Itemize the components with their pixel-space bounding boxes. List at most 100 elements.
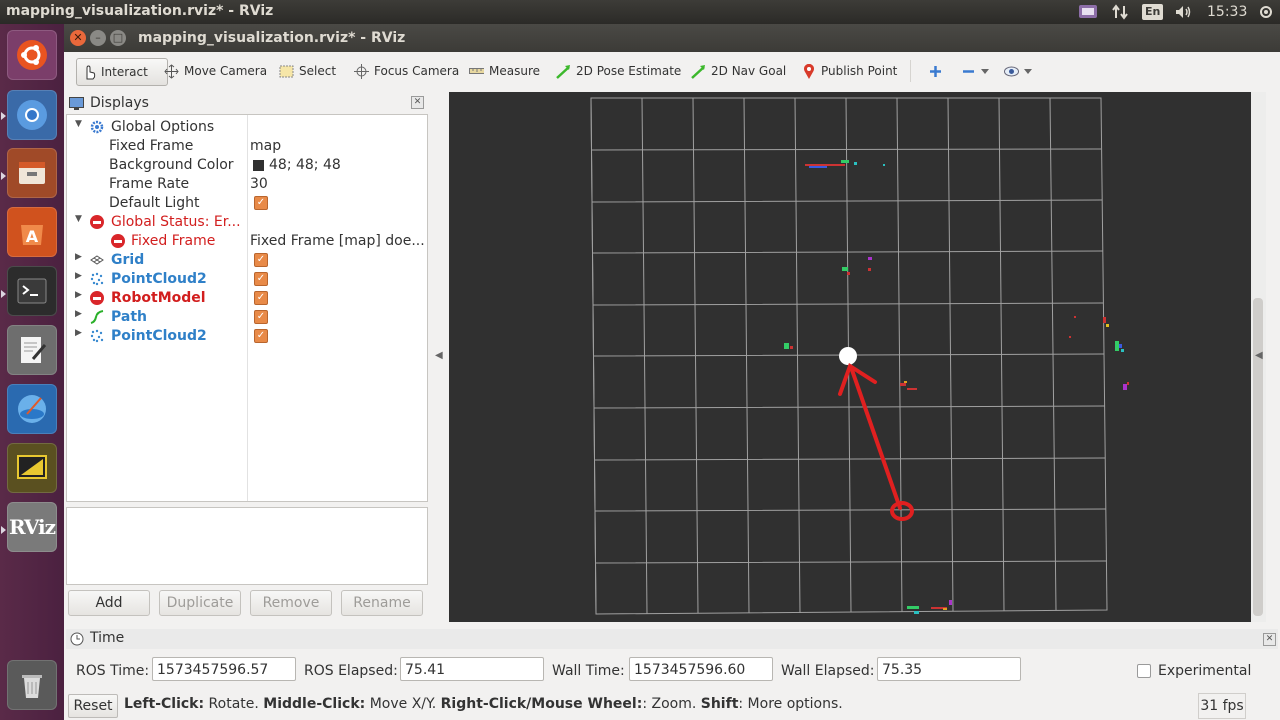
tree-row-background-color[interactable]: Background Color 48; 48; 48 [67,156,427,175]
2d-pose-estimate-tool-button[interactable]: 2D Pose Estimate [552,58,685,84]
ros-elapsed-field[interactable]: 75.41 [400,657,544,681]
terminal-icon[interactable] [7,266,57,316]
2d-nav-goal-tool-button[interactable]: 2D Nav Goal [687,58,790,84]
tree-row-fixed-frame[interactable]: Fixed Frame map [67,137,427,156]
tree-row-pointcloud2[interactable]: ▶ PointCloud2 ✓ [67,327,427,346]
interact-tool-button[interactable]: Interact [76,58,168,86]
frame-rate-value[interactable]: 30 [250,176,268,192]
tree-row-pointcloud2[interactable]: ▶ PointCloud2 ✓ [67,270,427,289]
screen-share-icon[interactable] [1078,3,1098,21]
add-display-button[interactable]: Add [68,590,150,616]
drawing-icon[interactable] [7,443,57,493]
collapse-right-handle-icon[interactable]: ◀ [1255,350,1263,361]
time-panel-header: Time ✕ [66,629,1278,649]
trash-icon[interactable] [7,660,57,710]
render-3d-view[interactable] [449,92,1251,622]
add-tool-button[interactable] [924,58,947,84]
rviz-label: RViz [8,515,56,539]
color-swatch[interactable] [253,160,264,171]
expand-arrow-icon[interactable]: ▼ [75,119,82,129]
pointcloud-icon [90,329,104,343]
expand-arrow-icon[interactable]: ▶ [75,309,82,319]
default-light-checkbox[interactable]: ✓ [254,196,268,210]
expand-arrow-icon[interactable]: ▶ [75,271,82,281]
software-center-icon[interactable]: A [7,207,57,257]
pointcloud2-enabled-checkbox[interactable]: ✓ [254,272,268,286]
crosshair-icon [354,63,369,79]
ubuntu-logo-icon[interactable] [7,30,57,80]
expand-arrow-icon[interactable]: ▶ [75,290,82,300]
text-editor-icon[interactable] [7,325,57,375]
clock[interactable]: 15:33 [1207,3,1247,21]
error-status-icon [90,291,104,305]
experimental-checkbox[interactable] [1137,664,1151,678]
tree-row-robotmodel[interactable]: ▶ RobotModel ✓ [67,289,427,308]
wall-time-field[interactable]: 1573457596.60 [629,657,773,681]
reset-button[interactable]: Reset [68,694,118,718]
tree-row-global-status[interactable]: ▼ Global Status: Er... [67,213,427,232]
power-gear-icon[interactable] [1258,3,1274,21]
rename-display-button[interactable]: Rename [341,590,423,616]
chromium-icon[interactable] [7,90,57,140]
remove-display-button[interactable]: Remove [250,590,332,616]
selection-box-icon [279,64,294,79]
hand-pointer-icon [81,64,96,80]
scrollbar-thumb[interactable] [1253,298,1263,616]
background-color-value[interactable]: 48; 48; 48 [269,157,341,173]
close-window-button[interactable]: ✕ [70,30,86,46]
tree-row-path[interactable]: ▶ Path ✓ [67,308,427,327]
files-icon[interactable] [7,148,57,198]
expand-arrow-icon[interactable]: ▼ [75,214,82,224]
tree-row-global-options[interactable]: ▼ Global Options [67,118,427,137]
remove-tool-menu[interactable] [957,58,993,84]
experimental-label: Experimental [1158,663,1252,679]
displays-panel: Displays ✕ ▼ Global Options Fixed Frame … [66,92,428,624]
expand-arrow-icon[interactable]: ▶ [75,328,82,338]
measure-tool-button[interactable]: Measure [465,58,544,84]
keyboard-layout-indicator[interactable]: En [1142,3,1164,21]
grid-icon [90,253,104,267]
chevron-down-icon [981,64,989,79]
tree-row-status-fixed-frame[interactable]: Fixed Frame Fixed Frame [map] doe... [67,232,427,251]
close-panel-icon[interactable]: ✕ [1263,633,1276,646]
tree-row-grid[interactable]: ▶ Grid ✓ [67,251,427,270]
fixed-frame-value[interactable]: map [250,138,281,154]
view-panels-menu[interactable] [1000,58,1036,84]
publish-point-tool-button[interactable]: Publish Point [797,58,901,84]
grid-enabled-checkbox[interactable]: ✓ [254,253,268,267]
render-canvas[interactable] [449,92,1251,622]
property-description-box [66,507,428,585]
ros-time-field[interactable]: 1573457596.57 [152,657,296,681]
error-status-icon [90,215,104,229]
browser-icon[interactable] [7,384,57,434]
collapse-left-handle-icon[interactable]: ◀ [435,350,443,361]
close-panel-icon[interactable]: ✕ [411,96,424,109]
pointcloud2-enabled-checkbox[interactable]: ✓ [254,329,268,343]
wall-elapsed-field[interactable]: 75.35 [877,657,1021,681]
network-icon[interactable] [1112,3,1128,21]
volume-icon[interactable] [1174,3,1192,21]
tree-row-frame-rate[interactable]: Frame Rate 30 [67,175,427,194]
minimize-window-button[interactable]: – [90,30,106,46]
maximize-window-button[interactable]: □ [110,30,126,46]
window-titlebar[interactable]: ✕ – □ mapping_visualization.rviz* - RViz [64,24,1280,52]
expand-arrow-icon[interactable]: ▶ [75,252,82,262]
tree-row-default-light[interactable]: Default Light ✓ [67,194,427,213]
ros-elapsed-label: ROS Elapsed: [304,663,398,679]
pointcloud-icon [90,272,104,286]
robotmodel-enabled-checkbox[interactable]: ✓ [254,291,268,305]
path-curve-icon [90,310,104,324]
status-bar: Reset Left-Click: Rotate. Middle-Click: … [64,692,1280,720]
duplicate-display-button[interactable]: Duplicate [159,590,241,616]
move-arrows-icon [164,63,179,79]
ruler-icon [469,64,484,79]
focus-camera-tool-button[interactable]: Focus Camera [350,58,463,84]
displays-panel-header: Displays ✕ [66,92,428,114]
path-enabled-checkbox[interactable]: ✓ [254,310,268,324]
active-window-title: mapping_visualization.rviz* - RViz [6,3,274,19]
ros-time-label: ROS Time: [76,663,150,679]
move-camera-tool-button[interactable]: Move Camera [160,58,271,84]
fixed-frame-error-message[interactable]: Fixed Frame [map] doe... [250,233,425,249]
rviz-icon[interactable]: RViz [7,502,57,552]
select-tool-button[interactable]: Select [275,58,340,84]
